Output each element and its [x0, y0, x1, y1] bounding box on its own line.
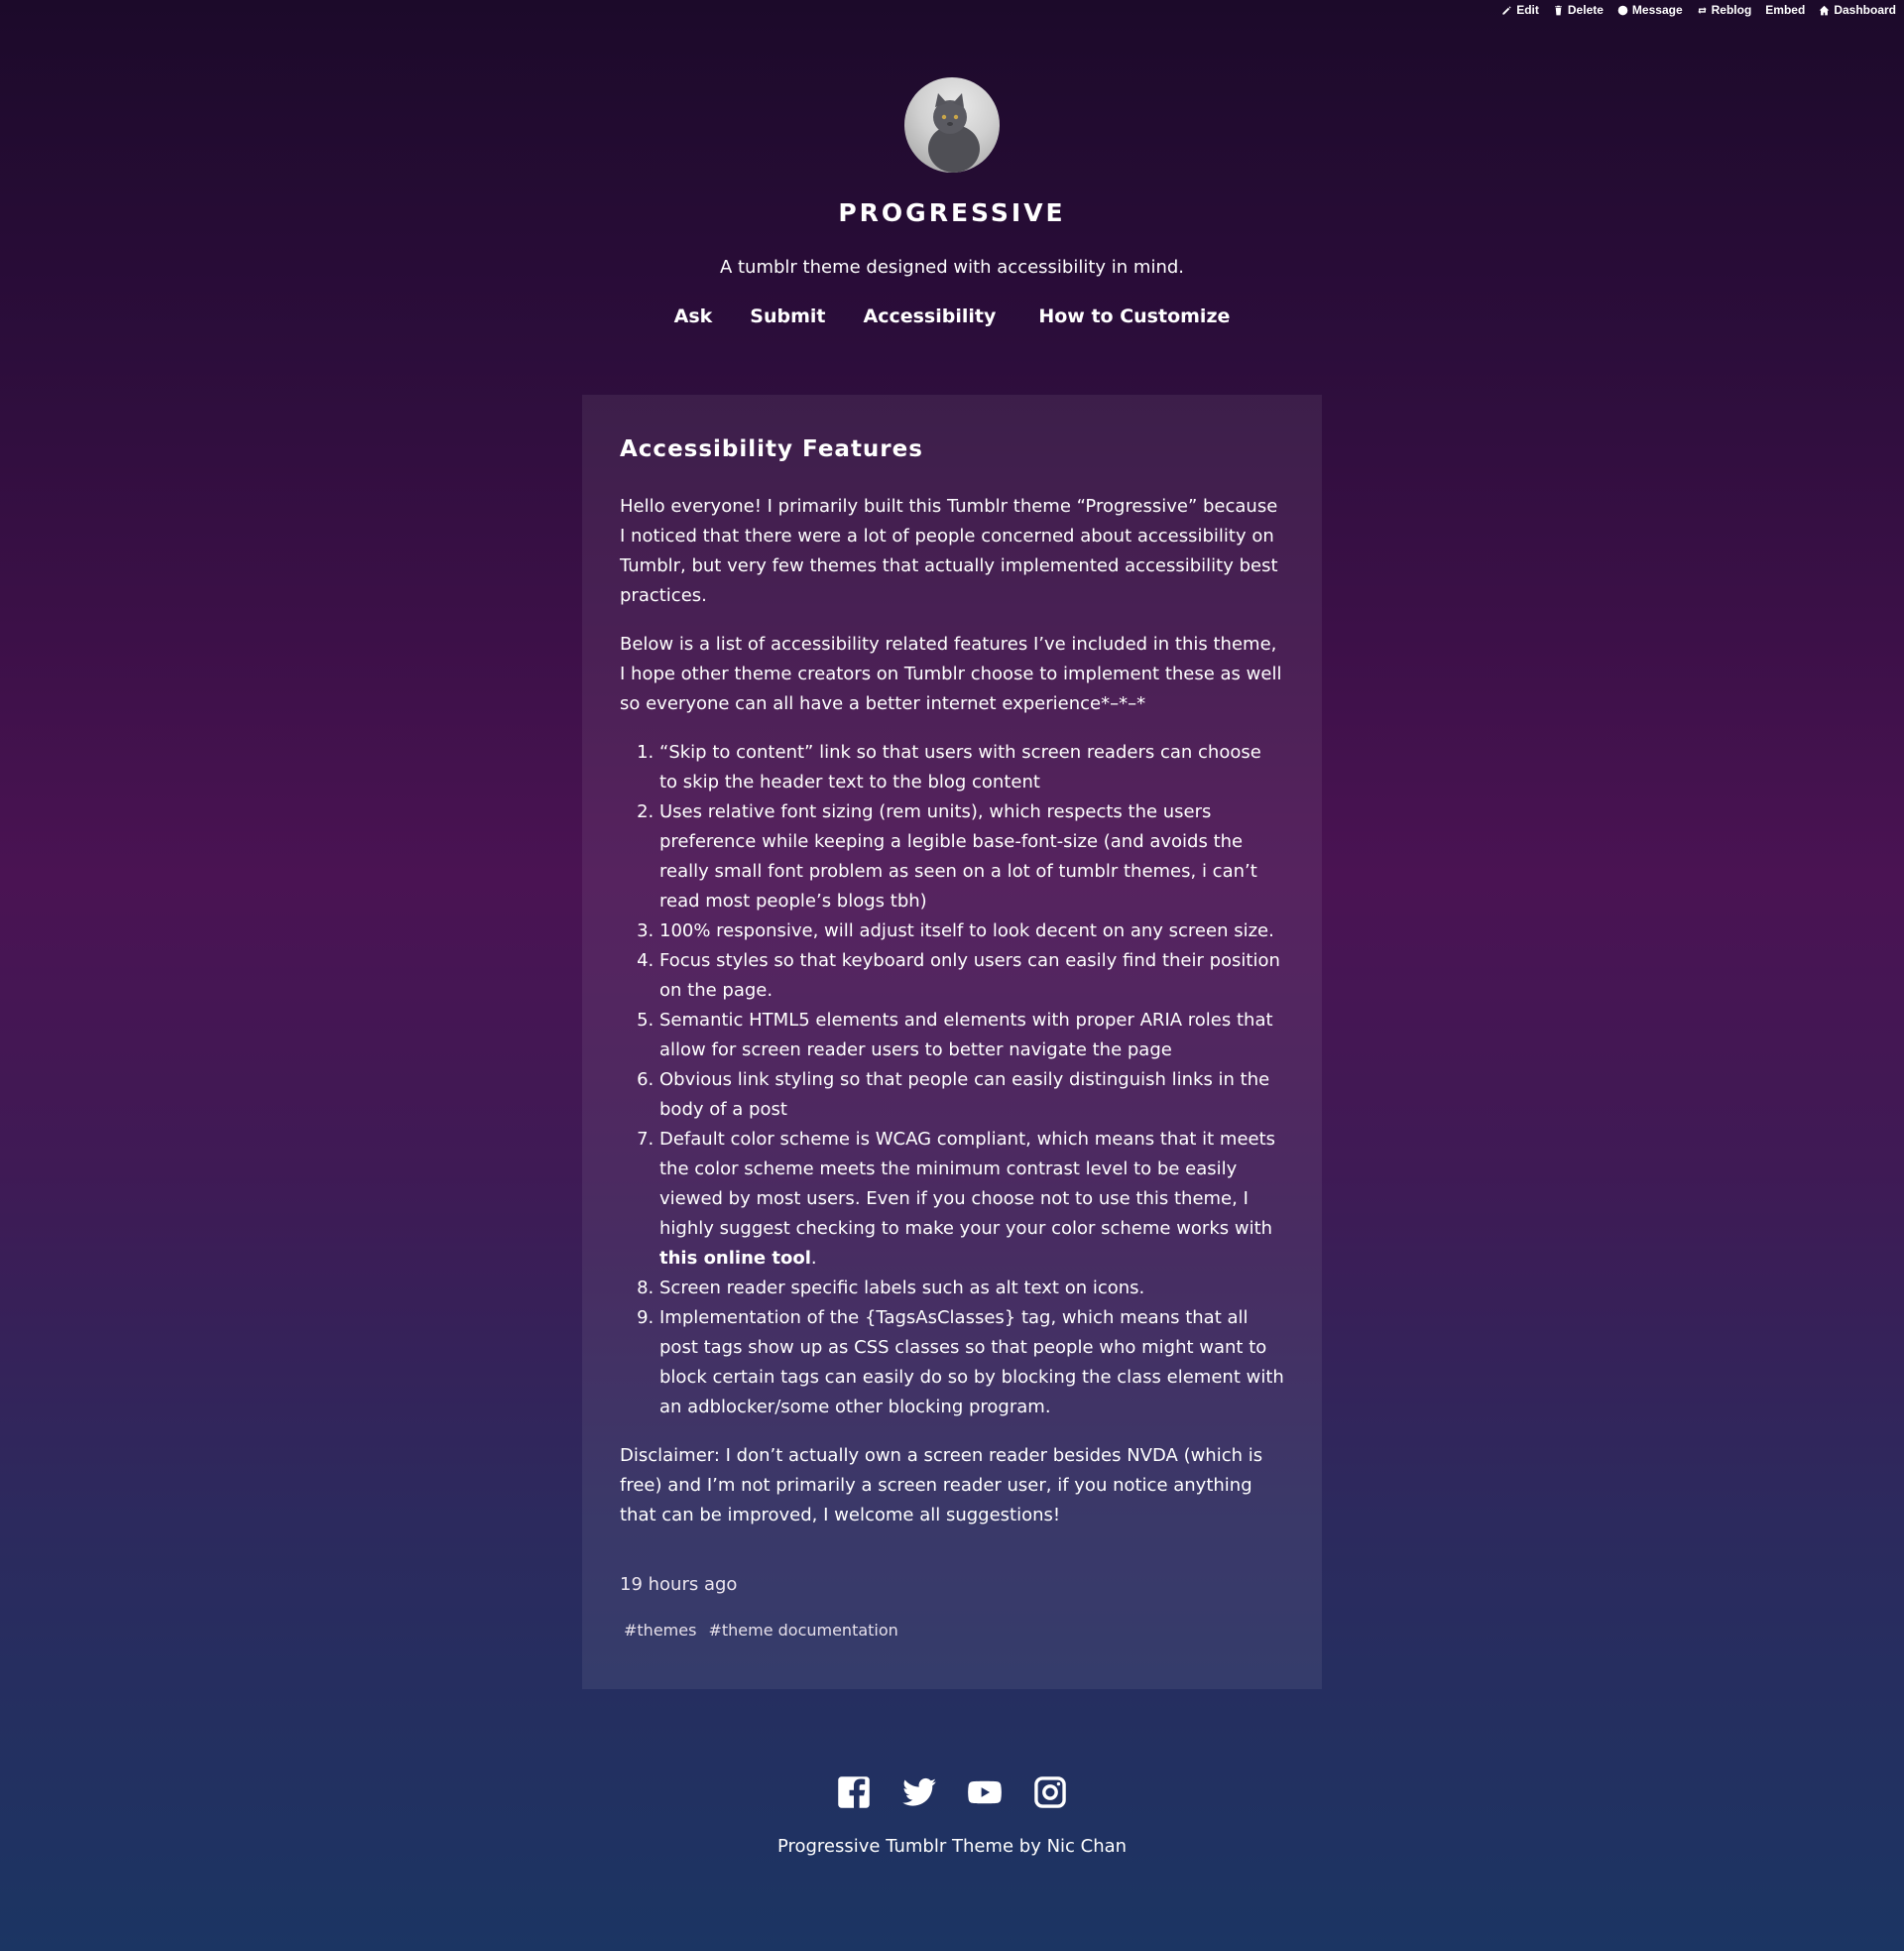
reblog-icon	[1698, 6, 1707, 14]
post-disclaimer: Disclaimer: I don’t actually own a scree…	[620, 1445, 1263, 1525]
edit-label: Edit	[1516, 3, 1539, 17]
message-label: Message	[1631, 3, 1683, 17]
tag-themes[interactable]: #themes	[624, 1621, 696, 1640]
blog-header: PROGRESSIVE A tumblr theme designed with…	[0, 77, 1904, 327]
youtube-icon[interactable]	[967, 1774, 1003, 1810]
post-timestamp[interactable]: 19 hours ago	[620, 1574, 1284, 1595]
online-tool-link[interactable]: this online tool	[659, 1248, 811, 1269]
list-item: Focus styles so that keyboard only users…	[659, 946, 1284, 1006]
dashboard-label: Dashboard	[1834, 3, 1896, 17]
cat-avatar-image	[928, 93, 980, 173]
footer-credit[interactable]: Progressive Tumblr Theme by Nic Chan	[0, 1836, 1904, 1857]
list-item-period: .	[810, 1248, 817, 1269]
social-links	[0, 1774, 1904, 1810]
instagram-icon[interactable]	[1032, 1774, 1068, 1810]
list-item: Uses relative font sizing (rem units), w…	[659, 797, 1284, 916]
list-item: Implementation of the {TagsAsClasses} ta…	[659, 1303, 1284, 1422]
delete-label: Delete	[1567, 3, 1604, 17]
reblog-label: Reblog	[1711, 3, 1752, 17]
twitter-icon[interactable]	[901, 1774, 937, 1810]
facebook-icon[interactable]	[836, 1774, 872, 1810]
post: Accessibility Features Hello everyone! I…	[582, 395, 1322, 1689]
avatar[interactable]	[904, 77, 1000, 173]
post-list-intro: Below is a list of accessibility related…	[620, 634, 1282, 714]
list-item: Default color scheme is WCAG compliant, …	[659, 1125, 1284, 1274]
post-intro: Hello everyone! I primarily built this T…	[620, 496, 1278, 606]
list-item: 100% responsive, will adjust itself to l…	[659, 916, 1284, 946]
list-item: Semantic HTML5 elements and elements wit…	[659, 1006, 1284, 1065]
home-icon	[1820, 5, 1830, 15]
edit-control[interactable]: Edit	[1501, 3, 1539, 17]
trash-icon	[1554, 5, 1562, 15]
post-tags: #themes #theme documentation	[620, 1621, 1284, 1640]
pencil-icon	[1502, 5, 1511, 15]
feature-list: “Skip to content” link so that users wit…	[620, 738, 1284, 1422]
blog-description: A tumblr theme designed with accessibili…	[719, 257, 1185, 278]
message-control[interactable]: Message	[1617, 3, 1683, 17]
message-icon	[1617, 5, 1628, 15]
nav-ask[interactable]: Ask	[674, 305, 713, 327]
dashboard-control[interactable]: Dashboard	[1819, 3, 1896, 17]
list-item: Screen reader specific labels such as al…	[659, 1274, 1284, 1303]
list-item: “Skip to content” link so that users wit…	[659, 738, 1284, 797]
nav-submit[interactable]: Submit	[750, 305, 825, 327]
tag-theme-documentation[interactable]: #theme documentation	[708, 1621, 897, 1640]
tumblr-controls: Edit Delete Message Reblog Embed Dashboa…	[1501, 3, 1896, 17]
nav-accessibility[interactable]: Accessibility	[863, 305, 996, 327]
blog-title[interactable]: PROGRESSIVE	[0, 198, 1904, 227]
main-nav: Ask Submit Accessibility How to Customiz…	[0, 305, 1904, 327]
nav-how-to-customize[interactable]: How to Customize	[1038, 305, 1230, 327]
list-item-text: Default color scheme is WCAG compliant, …	[659, 1129, 1276, 1239]
reblog-control[interactable]: Reblog	[1697, 3, 1752, 17]
page-footer: Progressive Tumblr Theme by Nic Chan	[0, 1774, 1904, 1857]
post-title: Accessibility Features	[620, 436, 923, 462]
embed-label: Embed	[1765, 3, 1806, 17]
embed-control[interactable]: Embed	[1765, 3, 1805, 17]
list-item: Obvious link styling so that people can …	[659, 1065, 1284, 1125]
delete-control[interactable]: Delete	[1553, 3, 1604, 17]
